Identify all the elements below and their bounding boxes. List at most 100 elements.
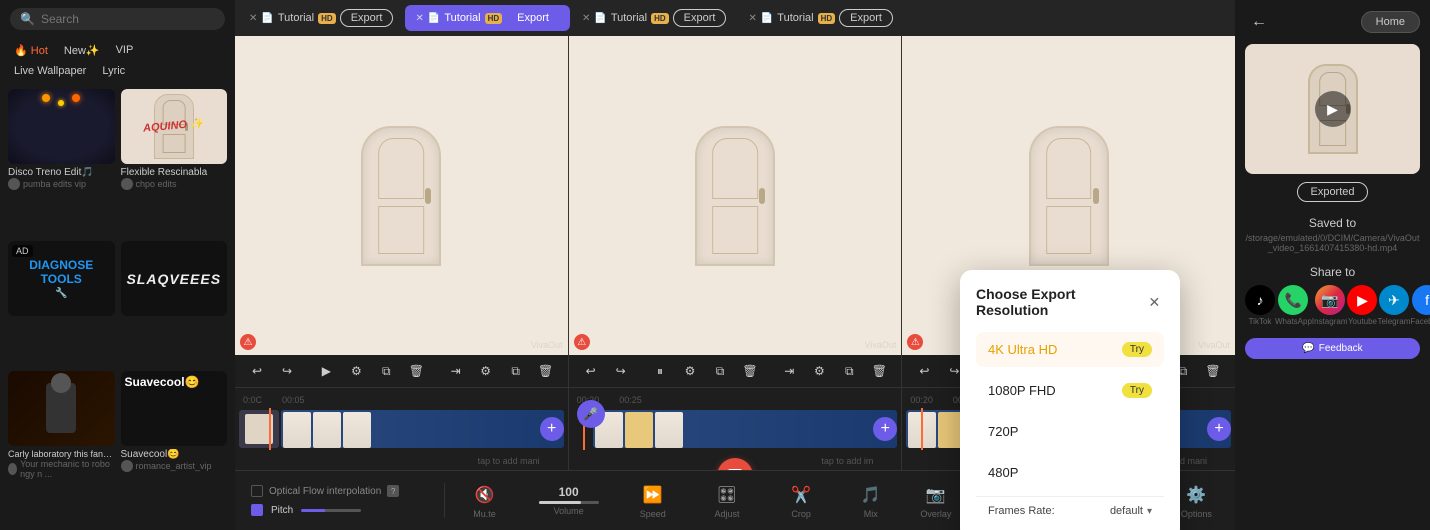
pitch-checkbox[interactable] [251, 504, 263, 516]
preview-section-2: ⚠ VivaOut [569, 36, 903, 355]
share-instagram[interactable]: 📷 Instagram [1312, 285, 1348, 326]
settings2-button-1[interactable]: ⚙ [474, 359, 498, 383]
overlay-icon: 📷 [924, 483, 948, 507]
end-button-2[interactable]: ⇥ [777, 359, 801, 383]
watermark-2: VivaOut [864, 340, 896, 350]
share-telegram[interactable]: ✈ Telegram [1377, 285, 1410, 326]
template-card[interactable]: SLAQVEEES [121, 241, 228, 364]
watermark-3: VivaOut [1198, 340, 1230, 350]
end-button-1[interactable]: ⇥ [444, 359, 468, 383]
tab-hot[interactable]: 🔥 Hot [8, 42, 54, 59]
copy2-button-1[interactable]: ⧉ [504, 359, 528, 383]
overlay-label: Overlay [920, 509, 951, 519]
share-facebook[interactable]: f Facebo... [1410, 285, 1430, 326]
search-input[interactable] [41, 12, 215, 26]
template-label: Flexible Rescinabla [121, 167, 228, 178]
resolution-option-4k[interactable]: 4K Ultra HD Try [976, 332, 1164, 367]
add-clip-button-2[interactable]: + [873, 417, 897, 441]
play-overlay[interactable]: ▶ [1315, 91, 1351, 127]
share-whatsapp[interactable]: 📞 WhatsApp [1275, 285, 1312, 326]
tab-new[interactable]: New✨ [58, 42, 106, 59]
template-card[interactable]: AQUINO ✨ Flexible Rescinabla chpo edits [121, 89, 228, 235]
settings-button-1[interactable]: ⚙ [344, 359, 368, 383]
undo-button-1[interactable]: ↩ [245, 359, 269, 383]
play-button-1[interactable]: ▶ [314, 359, 338, 383]
pitch-slider[interactable] [301, 509, 361, 512]
tool-crop[interactable]: ✂️ Crop [781, 483, 821, 519]
settings-button-2[interactable]: ⚙ [678, 359, 702, 383]
share-tiktok[interactable]: ♪ TikTok [1245, 285, 1275, 326]
error-indicator-1: ⚠ [240, 334, 256, 350]
close-icon-2[interactable]: ✕ [415, 13, 423, 24]
undo-button-2[interactable]: ↩ [579, 359, 603, 383]
add-clip-button-3[interactable]: + [1207, 417, 1231, 441]
tab-vip[interactable]: VIP [110, 42, 140, 59]
feedback-button[interactable]: 💬 Feedback [1245, 338, 1420, 359]
tool-options[interactable]: ⚙️ Options [1176, 483, 1216, 519]
export-button-1[interactable]: Export [340, 9, 394, 27]
tool-overlay[interactable]: 📷 Overlay [916, 483, 956, 519]
search-icon: 🔍 [20, 12, 35, 26]
add-clip-button-1[interactable]: + [540, 417, 564, 441]
copy2-button-2[interactable]: ⧉ [837, 359, 861, 383]
template-sublabel: Your mechanic to robo ngy n ... [8, 459, 115, 479]
export-button-4[interactable]: Export [839, 9, 893, 27]
volume-slider[interactable] [539, 501, 599, 504]
record-button[interactable] [717, 458, 753, 470]
optical-flow-checkbox[interactable] [251, 485, 263, 497]
pause-button-2[interactable]: ⏸ [648, 359, 672, 383]
delete2-button-1[interactable]: 🗑 [534, 359, 558, 383]
frames-rate-label: Frames Rate: [988, 505, 1055, 517]
feedback-label: Feedback [1319, 343, 1363, 354]
copy-button-2[interactable]: ⧉ [708, 359, 732, 383]
redo-button-2[interactable]: ↪ [609, 359, 633, 383]
export-button-3[interactable]: Export [673, 9, 727, 27]
frames-rate-selector[interactable]: default ▾ [1110, 505, 1152, 517]
tab-1[interactable]: ✕ 📄 Tutorial HD Export [239, 5, 403, 31]
exported-badge[interactable]: Exported [1297, 182, 1367, 202]
tool-adjust[interactable]: 🎛 Adjust [707, 483, 747, 519]
delete2-button-3[interactable]: 🗑 [1201, 359, 1225, 383]
mic-button[interactable]: 🎤 [577, 400, 605, 428]
export-button-2[interactable]: Export [506, 9, 560, 27]
timeline-controls-2: ↩ ↪ ⏸ ⚙ ⧉ 🗑 ⇥ ⚙ ⧉ 🗑 [569, 355, 902, 388]
redo-button-1[interactable]: ↪ [275, 359, 299, 383]
resolution-option-480p[interactable]: 480P [976, 455, 1164, 490]
delete2-button-2[interactable]: 🗑 [867, 359, 891, 383]
feedback-icon: 💬 [1302, 343, 1314, 354]
delete-button-2[interactable]: 🗑 [738, 359, 762, 383]
preview-thumbnail[interactable]: ▶ [1245, 44, 1420, 174]
facebook-icon: f [1412, 285, 1430, 315]
tab-doc-icon-2: 📄 [428, 13, 440, 24]
tool-mix[interactable]: 🎵 Mix [851, 483, 891, 519]
tab-3[interactable]: ✕ 📄 Tutorial HD Export [572, 5, 736, 31]
resolution-option-1080p[interactable]: 1080P FHD Try [976, 373, 1164, 408]
close-icon[interactable]: ✕ [249, 13, 257, 24]
optical-flow-label: Optical Flow interpolation [269, 486, 381, 497]
mix-label: Mix [864, 509, 878, 519]
settings2-button-2[interactable]: ⚙ [807, 359, 831, 383]
delete-button-1[interactable]: 🗑 [404, 359, 428, 383]
modal-close-button[interactable]: ✕ [1145, 292, 1164, 312]
tab-lyrics[interactable]: Lyric [96, 63, 131, 79]
tab-2[interactable]: ✕ 📄 Tutorial HD Export [405, 5, 569, 31]
export-resolution-modal: Choose Export Resolution ✕ 4K Ultra HD T… [960, 270, 1180, 530]
home-button[interactable]: Home [1361, 11, 1420, 33]
template-card[interactable]: AD DIAGNOSETOOLS 🔧 [8, 241, 115, 364]
template-sublabel: pumba edits vip [8, 178, 115, 190]
tab-live-wallpaper[interactable]: Live Wallpaper [8, 63, 92, 79]
back-button[interactable]: ← [1245, 8, 1273, 36]
template-card[interactable]: Suavecool😊 Suavecool😊 romance_artist_vip [121, 371, 228, 524]
tool-speed[interactable]: ⏩ Speed [633, 483, 673, 519]
resolution-option-720p[interactable]: 720P [976, 414, 1164, 449]
search-bar[interactable]: 🔍 [10, 8, 225, 30]
close-icon-4[interactable]: ✕ [748, 13, 756, 24]
close-icon-3[interactable]: ✕ [582, 13, 590, 24]
copy-button-1[interactable]: ⧉ [374, 359, 398, 383]
template-card[interactable]: Disco Treno Edit🎵 pumba edits vip [8, 89, 115, 235]
tool-mute[interactable]: 🔇 Mu.te [464, 483, 504, 519]
template-card[interactable]: Carly laboratory this fan of sour... You… [8, 371, 115, 524]
tab-4[interactable]: ✕ 📄 Tutorial HD Export [738, 5, 902, 31]
undo-button-3[interactable]: ↩ [912, 359, 936, 383]
share-youtube[interactable]: ▶ Youtube [1347, 285, 1377, 326]
